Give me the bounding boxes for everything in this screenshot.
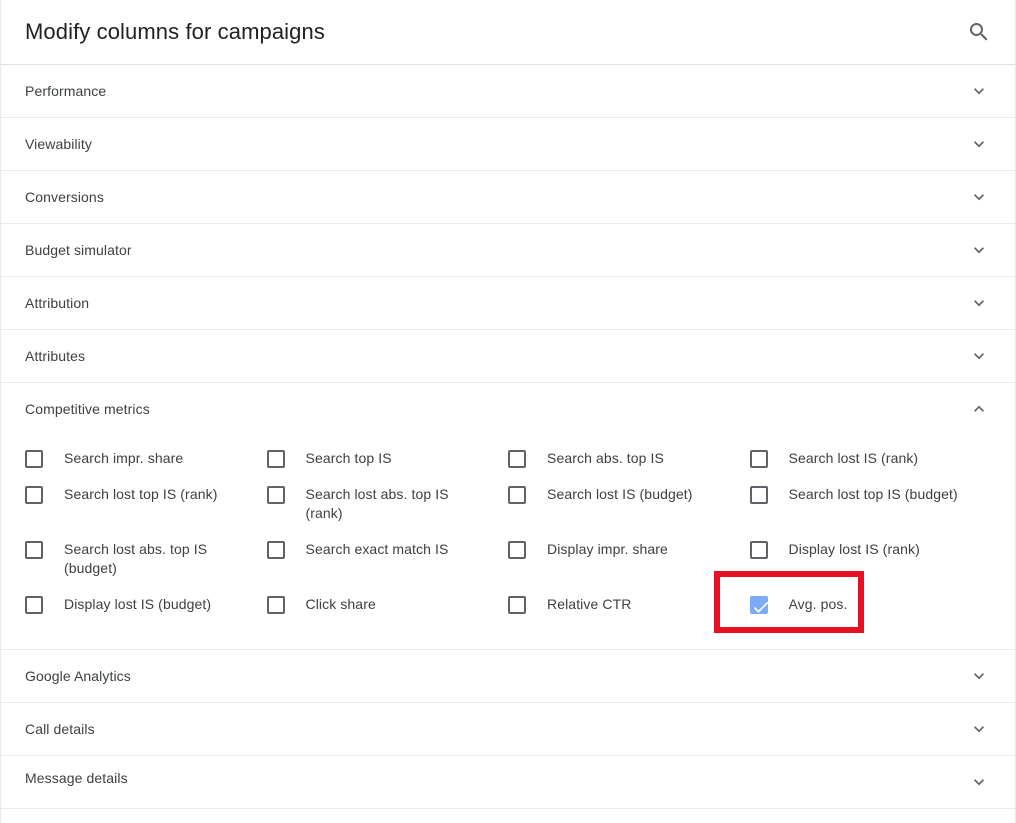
checkbox-label: Display lost IS (rank) bbox=[789, 540, 920, 559]
checkbox-label: Search lost top IS (rank) bbox=[64, 485, 217, 504]
checkbox-box[interactable] bbox=[508, 541, 526, 559]
checkbox-label: Display impr. share bbox=[547, 540, 668, 559]
checkbox-label: Search lost abs. top IS (budget) bbox=[64, 540, 239, 578]
modify-columns-dialog: Modify columns for campaigns Performance… bbox=[0, 0, 1016, 823]
chevron-down-icon[interactable] bbox=[967, 664, 991, 688]
section-label: Call details bbox=[25, 721, 967, 737]
checkbox-label: Search lost top IS (budget) bbox=[789, 485, 958, 504]
checkbox-search-lost-top-is-rank[interactable]: Search lost top IS (rank) bbox=[25, 477, 267, 532]
chevron-down-icon[interactable] bbox=[967, 238, 991, 262]
checkbox-box[interactable] bbox=[267, 450, 285, 468]
section-label: Attribution bbox=[25, 295, 967, 311]
checkbox-label: Search lost abs. top IS (rank) bbox=[306, 485, 481, 523]
competitive-metrics-body: Search impr. share Search top IS Search … bbox=[1, 435, 1015, 649]
checkbox-box[interactable] bbox=[750, 450, 768, 468]
checkbox-display-lost-is-budget[interactable]: Display lost IS (budget) bbox=[25, 587, 267, 623]
section-call-details: Call details bbox=[1, 703, 1015, 756]
checkbox-label: Display lost IS (budget) bbox=[64, 595, 211, 614]
checkbox-label: Relative CTR bbox=[547, 595, 631, 614]
checkbox-label: Search abs. top IS bbox=[547, 449, 664, 468]
checkbox-search-lost-is-budget[interactable]: Search lost IS (budget) bbox=[508, 477, 750, 532]
checkbox-box[interactable] bbox=[267, 596, 285, 614]
checkbox-display-lost-is-rank[interactable]: Display lost IS (rank) bbox=[750, 532, 992, 587]
section-header-performance[interactable]: Performance bbox=[1, 65, 1015, 117]
checkbox-box[interactable] bbox=[267, 541, 285, 559]
checkbox-relative-ctr[interactable]: Relative CTR bbox=[508, 587, 750, 623]
section-viewability: Viewability bbox=[1, 118, 1015, 171]
page-title: Modify columns for campaigns bbox=[25, 18, 959, 46]
checkbox-label: Search exact match IS bbox=[306, 540, 449, 559]
chevron-down-icon[interactable] bbox=[967, 132, 991, 156]
chevron-down-icon[interactable] bbox=[967, 770, 991, 794]
chevron-down-icon[interactable] bbox=[967, 185, 991, 209]
chevron-down-icon[interactable] bbox=[967, 79, 991, 103]
section-header-conversions[interactable]: Conversions bbox=[1, 171, 1015, 223]
section-header-attribution[interactable]: Attribution bbox=[1, 277, 1015, 329]
section-attributes: Attributes bbox=[1, 330, 1015, 383]
checkbox-box[interactable] bbox=[750, 541, 768, 559]
checkbox-click-share[interactable]: Click share bbox=[267, 587, 509, 623]
section-google-analytics: Google Analytics bbox=[1, 650, 1015, 703]
section-header-call-details[interactable]: Call details bbox=[1, 703, 1015, 755]
checkbox-label: Search lost IS (budget) bbox=[547, 485, 693, 504]
section-header-attributes[interactable]: Attributes bbox=[1, 330, 1015, 382]
chevron-up-icon[interactable] bbox=[967, 397, 991, 421]
checkbox-label: Avg. pos. bbox=[789, 595, 848, 614]
section-attribution: Attribution bbox=[1, 277, 1015, 330]
chevron-down-icon[interactable] bbox=[967, 344, 991, 368]
section-competitive-metrics: Competitive metrics Search impr. share S bbox=[1, 383, 1015, 650]
checkbox-grid: Search impr. share Search top IS Search … bbox=[25, 441, 991, 623]
checkbox-search-lost-top-is-budget[interactable]: Search lost top IS (budget) bbox=[750, 477, 992, 532]
section-header-budget-simulator[interactable]: Budget simulator bbox=[1, 224, 1015, 276]
checkbox-search-top-is[interactable]: Search top IS bbox=[267, 441, 509, 477]
section-label: Message details bbox=[25, 770, 967, 786]
checkbox-search-exact-match-is[interactable]: Search exact match IS bbox=[267, 532, 509, 587]
section-label: Conversions bbox=[25, 189, 967, 205]
section-header-competitive-metrics[interactable]: Competitive metrics bbox=[1, 383, 1015, 435]
section-budget-simulator: Budget simulator bbox=[1, 224, 1015, 277]
checkbox-search-lost-abs-top-is-budget[interactable]: Search lost abs. top IS (budget) bbox=[25, 532, 267, 587]
section-header-viewability[interactable]: Viewability bbox=[1, 118, 1015, 170]
section-message-details: Message details bbox=[1, 756, 1015, 809]
section-header-message-details[interactable]: Message details bbox=[1, 756, 1015, 808]
section-label: Attributes bbox=[25, 348, 967, 364]
checkbox-avg-pos[interactable]: Avg. pos. bbox=[750, 587, 992, 623]
chevron-down-icon[interactable] bbox=[967, 717, 991, 741]
checkbox-box[interactable] bbox=[25, 486, 43, 504]
section-label: Budget simulator bbox=[25, 242, 967, 258]
checkbox-label: Search lost IS (rank) bbox=[789, 449, 919, 468]
dialog-header: Modify columns for campaigns bbox=[1, 0, 1015, 65]
checkbox-label: Search top IS bbox=[306, 449, 392, 468]
checkbox-search-lost-abs-top-is-rank[interactable]: Search lost abs. top IS (rank) bbox=[267, 477, 509, 532]
checkbox-label: Click share bbox=[306, 595, 376, 614]
checkbox-box[interactable] bbox=[508, 486, 526, 504]
section-label: Performance bbox=[25, 83, 967, 99]
section-label: Competitive metrics bbox=[25, 401, 967, 417]
checkbox-search-abs-top-is[interactable]: Search abs. top IS bbox=[508, 441, 750, 477]
section-label: Google Analytics bbox=[25, 668, 967, 684]
checkbox-box[interactable] bbox=[25, 596, 43, 614]
section-label: Viewability bbox=[25, 136, 967, 152]
section-header-google-analytics[interactable]: Google Analytics bbox=[1, 650, 1015, 702]
checkbox-box[interactable] bbox=[508, 596, 526, 614]
checkbox-search-lost-is-rank[interactable]: Search lost IS (rank) bbox=[750, 441, 992, 477]
checkbox-box[interactable] bbox=[25, 541, 43, 559]
checkbox-box[interactable] bbox=[750, 486, 768, 504]
checkbox-box[interactable] bbox=[25, 450, 43, 468]
checkbox-label: Search impr. share bbox=[64, 449, 183, 468]
checkbox-display-impr-share[interactable]: Display impr. share bbox=[508, 532, 750, 587]
checkbox-box[interactable] bbox=[508, 450, 526, 468]
section-conversions: Conversions bbox=[1, 171, 1015, 224]
checkbox-box[interactable] bbox=[750, 596, 768, 614]
section-performance: Performance bbox=[1, 65, 1015, 118]
checkbox-search-impr-share[interactable]: Search impr. share bbox=[25, 441, 267, 477]
checkbox-box[interactable] bbox=[267, 486, 285, 504]
chevron-down-icon[interactable] bbox=[967, 291, 991, 315]
search-icon[interactable] bbox=[959, 12, 999, 52]
